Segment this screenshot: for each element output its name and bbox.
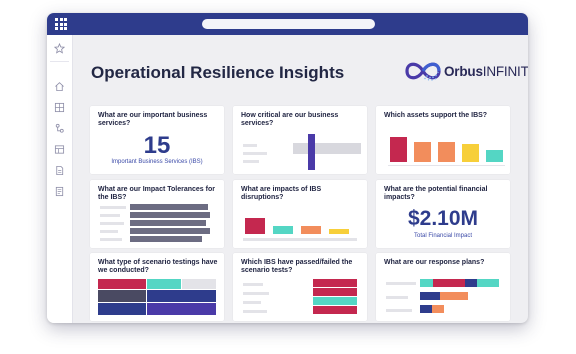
card-scenario-testing[interactable]: What type of scenario testings have we c…	[90, 253, 224, 321]
home-icon[interactable]	[54, 81, 65, 92]
card-question: What are our Impact Tolerances for the I…	[98, 186, 215, 202]
response-plan-segment	[477, 279, 499, 287]
scenario-block	[147, 290, 216, 302]
card-question: What are our response plans?	[384, 259, 485, 266]
response-plan-segment	[440, 292, 468, 300]
card-impact-tolerances[interactable]: What are our Impact Tolerances for the I…	[90, 180, 224, 248]
hierarchy-icon[interactable]	[54, 123, 65, 134]
tolerance-bar	[130, 236, 202, 242]
app-launcher-icon[interactable]	[55, 18, 67, 30]
ibs-count: 15	[143, 132, 171, 159]
test-result-cell	[313, 288, 357, 296]
impact-bar	[273, 226, 293, 234]
tolerance-bar	[130, 220, 206, 226]
infinity-logo-icon	[405, 62, 441, 81]
test-result-cell	[313, 279, 357, 287]
card-question: How critical are our business services?	[241, 112, 339, 128]
asset-bar	[438, 142, 455, 162]
scenario-block	[147, 279, 181, 289]
address-bar[interactable]	[202, 19, 375, 29]
ibs-caption: Important Business Services (IBS)	[111, 159, 203, 165]
catalog-icon[interactable]	[54, 144, 65, 155]
card-question: What type of scenario testings have we c…	[98, 259, 218, 275]
response-plan-segment	[432, 305, 444, 313]
criticality-band	[293, 143, 361, 154]
app-window: Operational Resilience Insights OrbusINF…	[47, 13, 528, 323]
card-response-plans[interactable]: What are our response plans?	[376, 253, 510, 321]
scenario-block	[98, 279, 146, 289]
impact-bar	[329, 229, 349, 234]
scenario-block	[147, 303, 216, 315]
card-supporting-assets[interactable]: Which assets support the IBS?	[376, 106, 510, 174]
card-service-criticality[interactable]: How critical are our business services?	[233, 106, 367, 174]
document-icon[interactable]	[54, 165, 65, 176]
dashboard: Operational Resilience Insights OrbusINF…	[73, 35, 528, 323]
tolerance-bar	[130, 204, 208, 210]
card-question: Which IBS have passed/failed the scenari…	[241, 259, 353, 275]
page-title: Operational Resilience Insights	[91, 63, 345, 82]
notes-icon[interactable]	[54, 186, 65, 197]
asset-bar	[390, 137, 407, 162]
card-important-business-services[interactable]: What are our important business services…	[90, 106, 224, 174]
scenario-block	[98, 303, 146, 315]
asset-bar	[414, 142, 431, 162]
sidebar-divider	[50, 61, 69, 62]
grid-view-icon[interactable]	[54, 102, 65, 113]
card-question: What are impacts of IBS disruptions?	[241, 186, 322, 202]
response-plan-segment	[420, 292, 440, 300]
card-question: What are our important business services…	[98, 112, 208, 128]
top-bar	[47, 13, 528, 35]
card-financial-impacts[interactable]: What are the potential financial impacts…	[376, 180, 510, 248]
test-result-cell	[313, 297, 357, 305]
asset-bar	[462, 144, 479, 162]
response-plan-segment	[433, 279, 465, 287]
company-logo: OrbusINFINITY	[403, 57, 528, 85]
impact-bar	[245, 218, 265, 234]
card-disruption-impacts[interactable]: What are impacts of IBS disruptions?	[233, 180, 367, 248]
impact-bar	[301, 226, 321, 234]
sidebar	[47, 35, 73, 323]
response-plan-segment	[420, 279, 433, 287]
test-result-cell	[313, 306, 357, 314]
logo-wordmark: OrbusINFINITY	[444, 64, 528, 79]
asset-bar	[486, 150, 503, 162]
card-scenario-test-results[interactable]: Which IBS have passed/failed the scenari…	[233, 253, 367, 321]
financial-impact-value: $2.10M	[407, 207, 479, 230]
card-question: What are the potential financial impacts…	[384, 186, 488, 202]
tolerance-bar	[130, 228, 210, 234]
scenario-block	[98, 290, 146, 302]
response-plan-segment	[465, 279, 477, 287]
criticality-bar	[308, 134, 315, 170]
tolerance-bar	[130, 212, 210, 218]
card-question: Which assets support the IBS?	[384, 112, 488, 119]
star-icon[interactable]	[54, 43, 65, 54]
financial-impact-caption: Total Financial Impact	[413, 233, 473, 239]
response-plan-segment	[420, 305, 432, 313]
scenario-block	[182, 279, 216, 289]
